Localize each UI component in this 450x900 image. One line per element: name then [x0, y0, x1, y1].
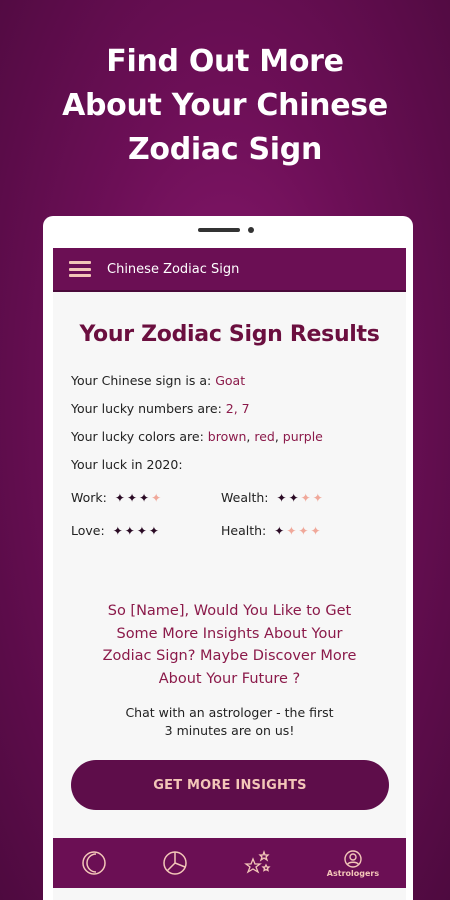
- star-filled-icon: ✦: [148, 523, 161, 538]
- results-content: Your Zodiac Sign Results Your Chinese si…: [53, 322, 406, 740]
- promo-title: Find Out More About Your Chinese Zodiac …: [0, 40, 450, 172]
- color-value-1: brown: [207, 429, 247, 444]
- cta-line: So [Name], Would You Like to Get: [107, 603, 352, 619]
- luck-item-wealth: Wealth: ✦✦✦✦: [221, 490, 371, 505]
- user-icon: [344, 849, 362, 868]
- sign-row: Your Chinese sign is a: Goat: [71, 373, 406, 388]
- luck-item-love: Love: ✦✦✦✦: [71, 523, 221, 538]
- luck-label: Your luck in 2020:: [71, 457, 183, 472]
- star-filled-icon: ✦: [274, 523, 287, 538]
- app-screen: Chinese Zodiac Sign Your Zodiac Sign Res…: [53, 248, 406, 900]
- colors-row: Your lucky colors are: brown, red, purpl…: [71, 429, 323, 444]
- numbers-value: 2, 7: [225, 401, 250, 416]
- numbers-row: Your lucky numbers are: 2, 7: [71, 401, 406, 416]
- nav-item-stars[interactable]: [243, 849, 273, 877]
- app-header: Chinese Zodiac Sign: [53, 248, 406, 292]
- cta-line: About Your Future ?: [158, 670, 301, 687]
- star-filled-icon: ✦: [112, 523, 125, 538]
- promo-title-line2: About Your Chinese: [62, 88, 388, 123]
- star-filled-icon: ✦: [126, 490, 139, 505]
- star-empty-icon: ✦: [151, 490, 164, 505]
- nav-item-astrologers[interactable]: Astrologers: [327, 849, 379, 878]
- star-filled-icon: ✦: [114, 490, 127, 505]
- bottom-nav: Astrologers: [53, 838, 406, 888]
- sign-label: Your Chinese sign is a:: [71, 373, 212, 388]
- rating-stars: ✦✦✦✦: [115, 491, 163, 505]
- luck-grid: Work: ✦✦✦✦ Wealth: ✦✦✦✦ Love: ✦✦✦✦ Healt…: [71, 490, 406, 538]
- color-value-3: purple: [282, 429, 323, 444]
- stars-icon: [244, 849, 271, 874]
- rating-stars: ✦✦✦✦: [274, 524, 322, 538]
- chat-text: Chat with an astrologer - the first 3 mi…: [53, 704, 406, 740]
- star-empty-icon: ✦: [312, 490, 325, 505]
- luck-label-love: Love:: [71, 523, 105, 538]
- promo-title-line1: Find Out More: [106, 44, 344, 79]
- rating-stars: ✦✦✦✦: [113, 524, 161, 538]
- luck-item-health: Health: ✦✦✦✦: [221, 523, 371, 538]
- star-filled-icon: ✦: [276, 490, 289, 505]
- star-filled-icon: ✦: [136, 523, 149, 538]
- star-filled-icon: ✦: [288, 490, 301, 505]
- hamburger-icon[interactable]: [69, 261, 91, 277]
- star-filled-icon: ✦: [139, 490, 152, 505]
- nav-item-chart[interactable]: [161, 849, 189, 877]
- phone-camera: [248, 227, 254, 233]
- rating-stars: ✦✦✦✦: [277, 491, 325, 505]
- nav-label-astrologers: Astrologers: [326, 868, 380, 878]
- star-empty-icon: ✦: [310, 523, 323, 538]
- chat-line: 3 minutes are on us!: [164, 723, 295, 738]
- moon-icon: [82, 851, 106, 875]
- chat-line: Chat with an astrologer - the first: [125, 705, 334, 720]
- nav-item-moon[interactable]: [80, 849, 108, 877]
- luck-item-work: Work: ✦✦✦✦: [71, 490, 221, 505]
- phone-frame: Chinese Zodiac Sign Your Zodiac Sign Res…: [43, 216, 413, 900]
- luck-label-work: Work:: [71, 490, 107, 505]
- star-empty-icon: ✦: [300, 490, 313, 505]
- cta-text: So [Name], Would You Like to Get Some Mo…: [53, 600, 406, 690]
- numbers-label: Your lucky numbers are:: [71, 401, 222, 416]
- get-more-insights-button[interactable]: GET MORE INSIGHTS: [71, 760, 389, 810]
- app-title: Chinese Zodiac Sign: [107, 261, 240, 277]
- star-filled-icon: ✦: [124, 523, 137, 538]
- sign-value: Goat: [215, 373, 246, 388]
- phone-speaker: [198, 228, 240, 232]
- luck-label-health: Health:: [221, 523, 267, 538]
- colors-label: Your lucky colors are:: [71, 429, 204, 444]
- color-value-2: red: [254, 429, 275, 444]
- cta-line: Some More Insights About Your: [116, 625, 343, 642]
- chart-icon: [163, 851, 188, 875]
- star-empty-icon: ✦: [298, 523, 311, 538]
- cta-line: Zodiac Sign? Maybe Discover More: [102, 648, 357, 664]
- luck-label-wealth: Wealth:: [221, 490, 269, 505]
- promo-title-line3: Zodiac Sign: [127, 132, 322, 167]
- results-title: Your Zodiac Sign Results: [79, 322, 380, 347]
- star-empty-icon: ✦: [286, 523, 299, 538]
